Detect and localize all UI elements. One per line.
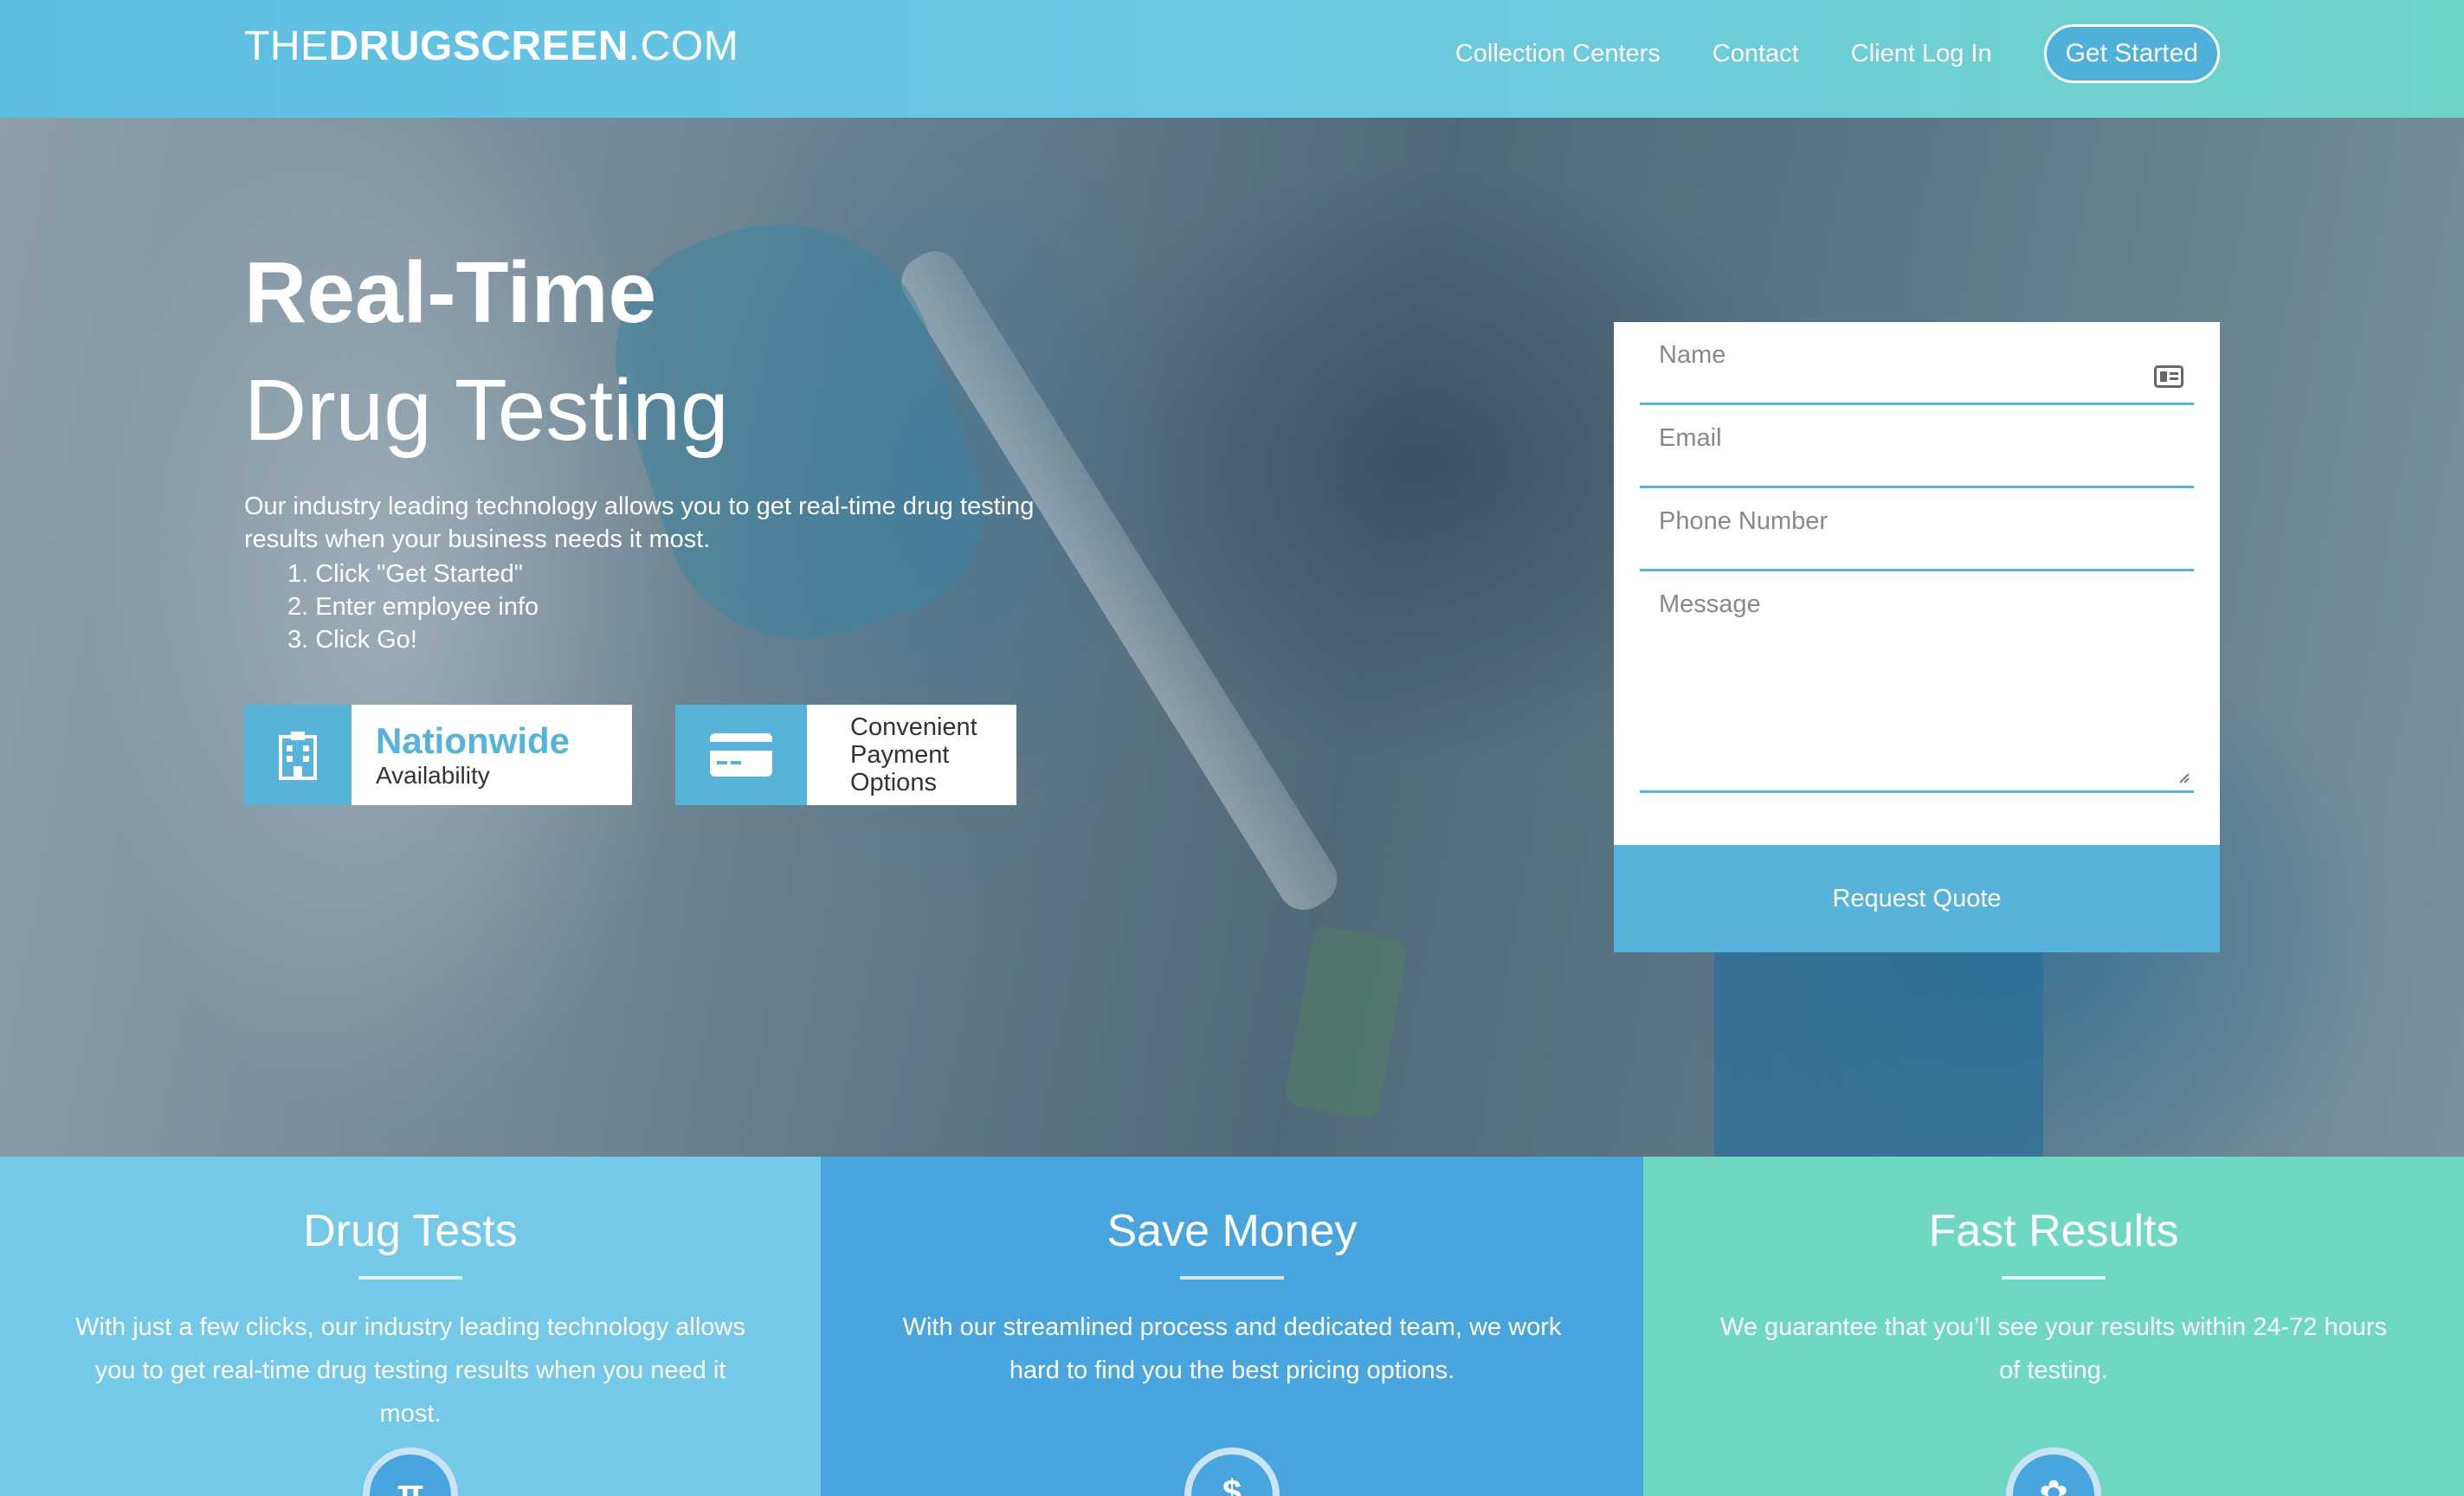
phone-field-wrapper xyxy=(1640,488,2194,571)
site-logo[interactable]: THEDRUGSCREEN.COM xyxy=(244,23,739,70)
panel-divider xyxy=(2002,1276,2106,1280)
feature-subtitle: Availability xyxy=(376,762,490,789)
nav-collection-centers[interactable]: Collection Centers xyxy=(1455,40,1661,68)
hero-steps: 1. Click "Get Started" 2. Enter employee… xyxy=(287,558,539,656)
pi-icon: π xyxy=(363,1448,458,1496)
panel-drug-tests: Drug Tests With just a few clicks, our i… xyxy=(0,1157,821,1496)
name-field-wrapper xyxy=(1640,322,2194,405)
hero-title: Real-Time Drug Testing xyxy=(244,234,729,469)
panel-divider xyxy=(1180,1276,1284,1280)
message-field-wrapper xyxy=(1640,571,2194,793)
resize-handle-icon[interactable] xyxy=(2177,771,2190,789)
panel-title: Fast Results xyxy=(1928,1206,2179,1256)
panel-text: With just a few clicks, our industry lea… xyxy=(75,1313,745,1428)
logo-suffix: .COM xyxy=(628,23,739,69)
panel-save-money: Save Money With our streamlined process … xyxy=(821,1157,1643,1496)
feature-line: Payment xyxy=(850,741,950,769)
name-field[interactable] xyxy=(1640,322,2194,370)
step-item: 3. Click Go! xyxy=(287,626,417,654)
feature-title: Nationwide xyxy=(376,720,571,761)
dollar-icon: $ xyxy=(1184,1448,1280,1496)
feature-line: Options xyxy=(850,769,937,796)
panel-divider xyxy=(358,1276,462,1280)
palette-icon: ✿ xyxy=(2006,1448,2101,1496)
feature-payment: Convenient Payment Options xyxy=(675,705,1016,805)
hero-intro: Our industry leading technology allows y… xyxy=(244,493,1035,553)
building-icon xyxy=(244,705,352,805)
feature-line: Convenient xyxy=(850,713,977,741)
request-quote-button[interactable]: Request Quote xyxy=(1614,845,2220,952)
logo-bold: DRUGSCREEN xyxy=(328,23,629,69)
credit-card-icon xyxy=(675,705,807,805)
main-nav: Collection Centers Contact Client Log In… xyxy=(1455,24,2220,83)
panel-text: We guarantee that you’ll see your result… xyxy=(1719,1313,2387,1384)
hero-title-line2: Drug Testing xyxy=(244,362,729,459)
nav-client-login[interactable]: Client Log In xyxy=(1851,40,1992,68)
email-field-wrapper xyxy=(1640,405,2194,488)
hero-title-line1: Real-Time xyxy=(244,244,657,341)
contact-card-icon xyxy=(2154,365,2183,392)
panel-text: With our streamlined process and dedicat… xyxy=(902,1313,1562,1384)
nav-contact[interactable]: Contact xyxy=(1713,40,1799,68)
panel-fast-results: Fast Results We guarantee that you’ll se… xyxy=(1643,1157,2464,1496)
step-item: 2. Enter employee info xyxy=(287,593,539,621)
phone-field[interactable] xyxy=(1640,488,2194,536)
feature-nationwide: Nationwide Availability xyxy=(244,705,632,805)
panel-title: Drug Tests xyxy=(303,1206,518,1256)
step-item: 1. Click "Get Started" xyxy=(287,560,524,588)
message-field[interactable] xyxy=(1640,571,2194,771)
panel-title: Save Money xyxy=(1106,1206,1358,1256)
email-field[interactable] xyxy=(1640,405,2194,453)
quote-form: Request Quote xyxy=(1614,322,2220,952)
get-started-button[interactable]: Get Started xyxy=(2043,24,2220,83)
logo-prefix: THE xyxy=(244,23,329,69)
site-header: THEDRUGSCREEN.COM Collection Centers Con… xyxy=(0,0,2464,118)
